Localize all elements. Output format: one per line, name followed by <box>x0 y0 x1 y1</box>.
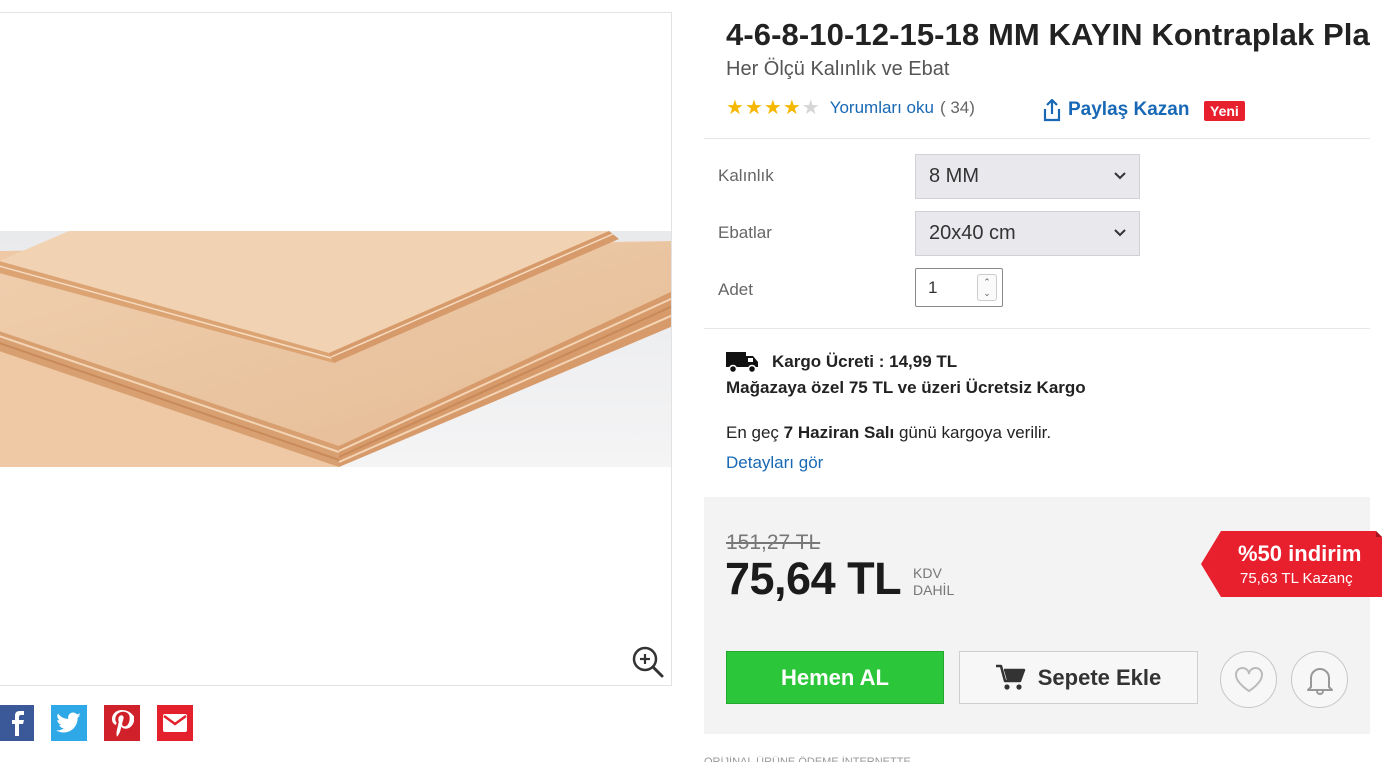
quantity-stepper[interactable]: 1 ⌃ ⌄ <box>915 268 1003 307</box>
star-filled-icon: ★ <box>726 97 744 119</box>
spin-up-icon[interactable]: ⌃ <box>983 277 991 288</box>
tax-note-line1: KDV <box>913 565 942 581</box>
size-select[interactable]: 20x40 cm <box>915 211 1140 256</box>
star-filled-icon: ★ <box>763 97 782 119</box>
product-photo <box>0 231 671 467</box>
reviews-count: ( 34) <box>939 98 975 117</box>
thickness-label: Kalınlık <box>718 166 774 185</box>
divider <box>704 138 1370 139</box>
size-label: Ebatlar <box>718 223 772 242</box>
rating-row: ★ ★ ★ ★ ★ Yorumları oku ( 34) <box>726 96 975 120</box>
cargo-fee: Kargo Ücreti : 14,99 TL <box>772 352 958 371</box>
product-subtitle: Her Ölçü Kalınlık ve Ebat <box>726 58 950 80</box>
new-badge: Yeni <box>1204 101 1245 121</box>
add-to-cart-button[interactable]: Sepete Ekle <box>959 651 1198 704</box>
tax-note: KDV DAHİL <box>913 565 954 599</box>
favorite-button[interactable] <box>1220 651 1277 708</box>
delivery-info: En geç 7 Haziran Salı günü kargoya veril… <box>726 423 1051 443</box>
details-link[interactable]: Detayları gör <box>726 453 823 473</box>
old-price: 151,27 TL <box>726 531 821 554</box>
share-icon <box>1043 98 1061 122</box>
delivery-date: 7 Haziran Salı <box>783 423 895 442</box>
truck-icon <box>726 352 758 374</box>
delivery-suffix: günü kargoya verilir. <box>898 423 1052 442</box>
buy-now-button[interactable]: Hemen AL <box>726 651 944 704</box>
thickness-select[interactable]: 8 MM <box>915 154 1140 199</box>
cart-icon <box>995 664 1025 690</box>
cargo-fee-row: Kargo Ücreti : 14,99 TL <box>726 350 957 374</box>
divider <box>704 328 1370 329</box>
heart-icon <box>1234 666 1263 692</box>
mail-icon[interactable] <box>157 705 193 741</box>
chevron-down-icon <box>1114 172 1126 180</box>
quantity-value: 1 <box>928 278 938 297</box>
zoom-in-icon[interactable] <box>631 645 665 679</box>
quantity-spinner[interactable]: ⌃ ⌄ <box>977 274 997 301</box>
chevron-down-icon <box>1114 229 1126 237</box>
spin-down-icon[interactable]: ⌄ <box>983 288 991 299</box>
star-empty-icon: ★ <box>801 97 820 119</box>
discount-savings: 75,63 TL Kazanç <box>1240 570 1353 587</box>
tax-note-line2: DAHİL <box>913 582 955 598</box>
size-value: 20x40 cm <box>929 222 1016 244</box>
reviews-link[interactable]: Yorumları oku <box>830 98 934 118</box>
product-title: 4-6-8-10-12-15-18 MM KAYIN Kontraplak Pl… <box>726 17 1370 52</box>
social-share-bar <box>0 705 193 741</box>
pinterest-icon[interactable] <box>104 705 140 741</box>
current-price: 75,64 TL <box>725 553 902 604</box>
facebook-icon[interactable] <box>0 705 34 741</box>
share-label: Paylaş Kazan <box>1068 99 1190 120</box>
bell-icon <box>1306 667 1333 695</box>
star-filled-icon: ★ <box>782 97 801 119</box>
product-image-panel[interactable] <box>0 12 672 686</box>
twitter-icon[interactable] <box>51 705 87 741</box>
notify-button[interactable] <box>1291 651 1348 708</box>
free-cargo-note: Mağazaya özel 75 TL ve üzeri Ücretsiz Ka… <box>726 378 1086 397</box>
star-filled-icon: ★ <box>744 97 763 119</box>
quantity-label: Adet <box>718 280 753 299</box>
star-rating: ★ ★ ★ ★ ★ <box>726 98 820 118</box>
add-to-cart-label: Sepete Ekle <box>1037 664 1162 690</box>
share-earn-button[interactable]: Paylaş Kazan <box>1042 98 1189 122</box>
delivery-prefix: En geç <box>726 423 779 442</box>
trust-badges-strip: ORİJİNAL ÜRÜNE ÖDEME İNTERNETTE <box>704 756 911 762</box>
discount-percent: %50 indirim <box>1238 541 1362 566</box>
thickness-value: 8 MM <box>929 165 979 187</box>
